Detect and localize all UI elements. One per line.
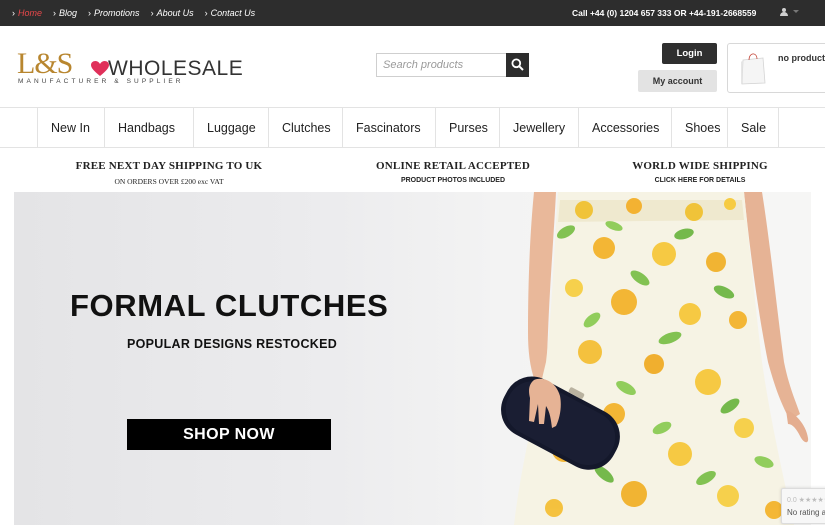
site-logo[interactable]: L&S WHOLESALE MANUFACTURER & SUPPLIER <box>17 47 243 90</box>
hero-model-image <box>501 192 809 525</box>
category-handbags[interactable]: Handbags <box>105 108 194 147</box>
category-jewellery[interactable]: Jewellery <box>500 108 579 147</box>
chevron-right-icon: › <box>53 8 57 18</box>
info-title: ONLINE RETAIL ACCEPTED <box>376 160 530 172</box>
search-box <box>376 53 529 77</box>
logo-monogram: L&S <box>17 47 73 80</box>
category-new-in[interactable]: New In <box>38 108 105 147</box>
category-accessories[interactable]: Accessories <box>579 108 672 147</box>
chevron-right-icon: › <box>12 8 15 18</box>
info-free-shipping[interactable]: FREE NEXT DAY SHIPPING TO UK ON ORDERS O… <box>70 160 268 186</box>
rating-stars: 0.0 ★★★★★ <box>787 497 825 504</box>
cart-widget[interactable]: no products <box>727 43 825 93</box>
shopping-bag-icon <box>741 53 766 85</box>
category-clutches[interactable]: Clutches <box>269 108 343 147</box>
rating-text: No rating a <box>787 508 825 517</box>
chevron-down-icon[interactable] <box>793 10 799 13</box>
top-nav-home[interactable]: › Home <box>12 8 42 18</box>
top-nav-about-us[interactable]: › About Us <box>151 8 194 18</box>
login-button[interactable]: Login <box>662 43 717 64</box>
info-subtitle: PRODUCT PHOTOS INCLUDED <box>400 177 506 184</box>
category-luggage[interactable]: Luggage <box>194 108 269 147</box>
info-worldwide-shipping[interactable]: WORLD WIDE SHIPPING CLICK HERE FOR DETAI… <box>620 160 780 184</box>
top-nav-label: Home <box>18 8 43 18</box>
top-nav: › Home › Blog › Promotions › About Us › Conta… <box>12 0 266 26</box>
phone-number: Call +44 (0) 1204 657 333 OR +44-191-266… <box>572 8 757 18</box>
category-shoes[interactable]: Shoes <box>672 108 728 147</box>
heart-icon <box>91 61 109 76</box>
category-nav: New In Handbags Luggage Clutches Fascina… <box>0 107 825 148</box>
chevron-right-icon: › <box>204 8 208 18</box>
rating-badge[interactable]: 0.0 ★★★★★ No rating a <box>781 488 825 524</box>
hero-banner[interactable]: FORMAL CLUTCHES POPULAR DESIGNS RESTOCKE… <box>14 192 811 525</box>
logo-tagline: MANUFACTURER & SUPPLIER <box>18 78 184 85</box>
info-online-retail[interactable]: ONLINE RETAIL ACCEPTED PRODUCT PHOTOS IN… <box>372 160 534 184</box>
top-nav-contact-us[interactable]: › Contact Us <box>205 8 256 18</box>
info-title: WORLD WIDE SHIPPING <box>632 160 768 172</box>
hero-title: FORMAL CLUTCHES <box>70 288 389 323</box>
info-subtitle: ON ORDERS OVER £200 exc VAT <box>114 177 224 186</box>
top-nav-label: Blog <box>59 8 78 18</box>
top-bar: › Home › Blog › Promotions › About Us › Conta… <box>0 0 825 26</box>
cart-status: no products <box>778 53 825 63</box>
top-nav-label: Promotions <box>94 8 140 18</box>
chevron-right-icon: › <box>150 8 154 18</box>
chevron-right-icon: › <box>88 8 92 18</box>
search-icon <box>511 58 524 71</box>
search-input[interactable] <box>377 54 505 76</box>
top-nav-blog[interactable]: › Blog <box>53 8 77 18</box>
top-nav-label: Contact Us <box>210 8 256 18</box>
search-button[interactable] <box>506 53 529 77</box>
category-purses[interactable]: Purses <box>436 108 500 147</box>
shop-now-button[interactable]: SHOP NOW <box>127 419 331 450</box>
my-account-button[interactable]: My account <box>638 70 717 92</box>
hero-subtitle: POPULAR DESIGNS RESTOCKED <box>127 337 338 351</box>
top-nav-promotions[interactable]: › Promotions <box>88 8 140 18</box>
category-fascinators[interactable]: Fascinators <box>343 108 436 147</box>
user-icon[interactable] <box>780 8 788 17</box>
info-subtitle: CLICK HERE FOR DETAILS <box>654 177 746 184</box>
info-title: FREE NEXT DAY SHIPPING TO UK <box>75 160 263 172</box>
category-sale[interactable]: Sale <box>728 108 779 147</box>
top-nav-label: About Us <box>156 8 194 18</box>
